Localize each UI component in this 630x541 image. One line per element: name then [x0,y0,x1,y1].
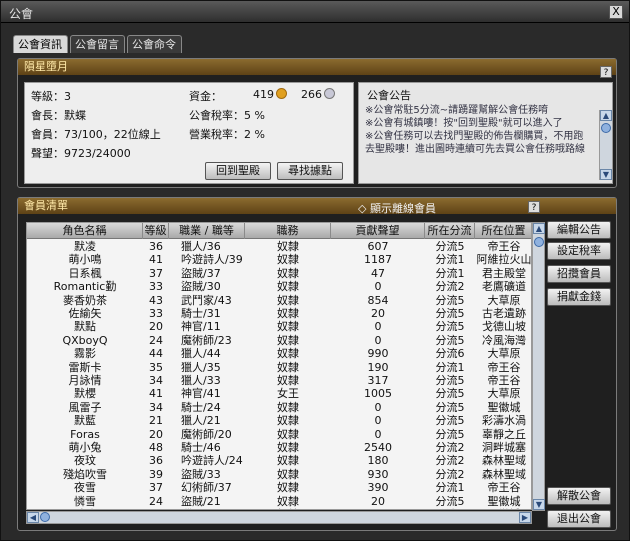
table-cell: 22 [143,508,169,509]
window-title: 公會 [9,7,34,21]
col-role[interactable]: 職務 [245,223,331,239]
scroll-thumb[interactable] [534,237,544,247]
table-cell: 默鳴 [27,508,143,509]
funds-label: 資金： [189,90,222,103]
scroll-left-arrow-icon[interactable]: ◀ [27,512,39,523]
table-cell: 0 [331,508,425,509]
scroll-thumb[interactable] [40,512,50,522]
edit-notice-button[interactable]: 編輯公告 [547,221,611,239]
table-row[interactable]: 麥香奶茶 43 武鬥家/43 奴隸 854 分流5 大草原 [27,294,531,307]
notice-text: ※公會常駐5分流~請踴躍幫解公會任務唷 ※公會有城鎮嘍！按"回到聖殿"就可以進入… [365,105,585,155]
table-row[interactable]: 風雷子 34 騎士/24 奴隸 0 分流5 聖徽城 [27,401,531,414]
table-cell: 聖徽城 [475,508,531,509]
title-bar[interactable]: 公會 X [1,1,629,23]
notice-scrollbar[interactable]: ▲ ▼ [599,110,612,180]
table-row[interactable]: Foras 20 魔術師/20 奴隸 0 分流5 辜靜之丘 [27,428,531,441]
funds-silver-value: 266 [301,88,335,101]
notice-box: 公會公告 ※公會常駐5分流~請踴躍幫解公會任務唷 ※公會有城鎮嘍！按"回到聖殿"… [358,82,613,184]
donate-money-button[interactable]: 捐獻金錢 [547,288,611,306]
col-contribution[interactable]: 貢獻聲望 [331,223,425,239]
table-row[interactable]: 萌小鳴 41 吟遊詩人/39 奴隸 1187 分流1 阿維拉火山 [27,253,532,266]
show-offline-label: 顯示離線會員 [369,202,436,215]
guild-tax-rate: 公會稅率：5 % [189,109,265,122]
table-row[interactable]: 佐緰矢 33 騎士/31 奴隸 20 分流5 古老遺跡 [27,307,531,320]
table-row[interactable]: 夜玟 36 吟遊詩人/24 奴隸 180 分流2 森林聖域 [27,454,531,467]
silver-coin-icon [324,88,335,99]
col-level[interactable]: 等級 [143,223,169,239]
member-list-title: 會員清單 [18,198,616,214]
table-row[interactable]: 霧影 44 獵人/44 奴隸 990 分流6 大草原 [27,347,531,360]
guild-reputation: 聲望：9723/24000 [31,147,131,160]
scroll-right-arrow-icon[interactable]: ▶ [519,512,531,523]
business-tax-rate: 營業稅率：2 % [189,128,265,141]
col-class[interactable]: 職業 / 職等 [169,223,245,239]
table-row[interactable]: 默凌 36 獵人/36 奴隸 607 分流5 帝王谷 [27,240,531,253]
scroll-down-arrow-icon[interactable]: ▼ [533,499,545,510]
guild-level: 等級：3 [31,90,71,103]
gold-coin-icon [276,88,287,99]
table-horizontal-scrollbar[interactable]: ◀ ▶ [26,511,532,524]
table-row[interactable]: 默鳴22獵人/22奴隸0分流5聖徽城 [27,508,531,509]
scroll-thumb[interactable] [601,123,611,133]
scroll-up-arrow-icon[interactable]: ▲ [533,223,545,234]
diamond-icon: ◇ [358,202,367,215]
table-row[interactable]: QXboyQ 24 魔術師/23 奴隸 0 分流5 冷風海灣 [27,334,531,347]
table-row[interactable]: 默櫻 41 神官/41 女王 1005 分流5 大草原 [27,387,531,400]
table-row[interactable]: 默藍 21 獵人/21 奴隸 0 分流5 彩濤水渦 [27,414,531,427]
set-tax-button[interactable]: 設定稅率 [547,242,611,260]
scroll-up-arrow-icon[interactable]: ▲ [600,110,612,121]
table-row[interactable]: 雷斯卡 35 獵人/35 奴隸 190 分流1 帝王谷 [27,361,531,374]
table-row[interactable]: 萌小兔 48 騎士/46 奴隸 2540 分流2 洞畔城塞 [27,441,531,454]
member-table: 角色名稱 等級 職業 / 職等 職務 貢獻聲望 所在分流 所在位置 默凌 36 獵人… [26,222,532,510]
table-header: 角色名稱 等級 職業 / 職等 職務 貢獻聲望 所在分流 所在位置 [27,223,531,239]
help-icon[interactable]: ? [528,201,540,213]
show-offline-toggle[interactable]: ◇ 顯示離線會員 [358,200,436,216]
return-to-sanctuary-button[interactable]: 回到聖殿 [205,162,271,180]
table-row[interactable]: 殘焰吹雪 39 盜賊/33 奴隸 930 分流2 森林聖域 [27,468,531,481]
table-cell: 獵人/22 [169,508,245,509]
guild-stats-box: 等級：3 資金： 419 266 會長：默蝶 公會稅率：5 % 會員：73/10… [24,82,354,184]
table-row[interactable]: 月詠情 34 獵人/33 奴隸 317 分流5 帝王谷 [27,374,531,387]
col-location[interactable]: 所在位置 [475,223,531,239]
table-cell: 奴隸 [245,508,331,509]
tab-guild-messages[interactable]: 公會留言 [70,35,125,53]
table-row[interactable]: 日系楓 37 盜賊/37 奴隸 47 分流1 君主殿堂 [27,267,531,280]
table-vertical-scrollbar[interactable]: ▲ ▼ [532,222,545,511]
table-cell: 分流5 [425,508,475,509]
col-channel[interactable]: 所在分流 [425,223,475,239]
recruit-member-button[interactable]: 招攬會員 [547,265,611,283]
col-character-name[interactable]: 角色名稱 [27,223,143,239]
table-row[interactable]: Romantic勤 33 盜賊/30 奴隸 0 分流2 老鷹礦道 [27,280,531,293]
tab-guild-commands[interactable]: 公會命令 [127,35,182,53]
leave-guild-button[interactable]: 退出公會 [547,510,611,528]
guild-window: 公會 X 公會資訊 公會留言 公會命令 隕星墮月 ? 等級：3 資金： 419 … [0,0,630,541]
guild-leader: 會長：默蝶 [31,109,86,122]
notice-title: 公會公告 [367,89,411,102]
tab-guild-info[interactable]: 公會資訊 [13,35,68,53]
disband-guild-button[interactable]: 解散公會 [547,487,611,505]
guild-info-panel: 隕星墮月 ? 等級：3 資金： 419 266 會長：默蝶 公會稅率：5 % 會… [17,58,617,188]
table-row[interactable]: 憐雪 24 盜賊/21 奴隸 20 分流5 聖徽城 [27,495,531,508]
table-row[interactable]: 夜雪 37 幻術師/37 奴隸 390 分流1 帝王谷 [27,481,531,494]
table-row[interactable]: 默點 20 神官/11 奴隸 0 分流5 戈德山坡 [27,320,531,333]
help-icon[interactable]: ? [600,66,612,78]
guild-name: 隕星墮月 [18,59,616,75]
guild-members-count: 會員：73/100，22位線上 [31,128,161,141]
scroll-down-arrow-icon[interactable]: ▼ [600,169,612,180]
find-stronghold-button[interactable]: 尋找據點 [277,162,343,180]
funds-gold-value: 419 [253,88,287,101]
close-button[interactable]: X [609,5,623,19]
